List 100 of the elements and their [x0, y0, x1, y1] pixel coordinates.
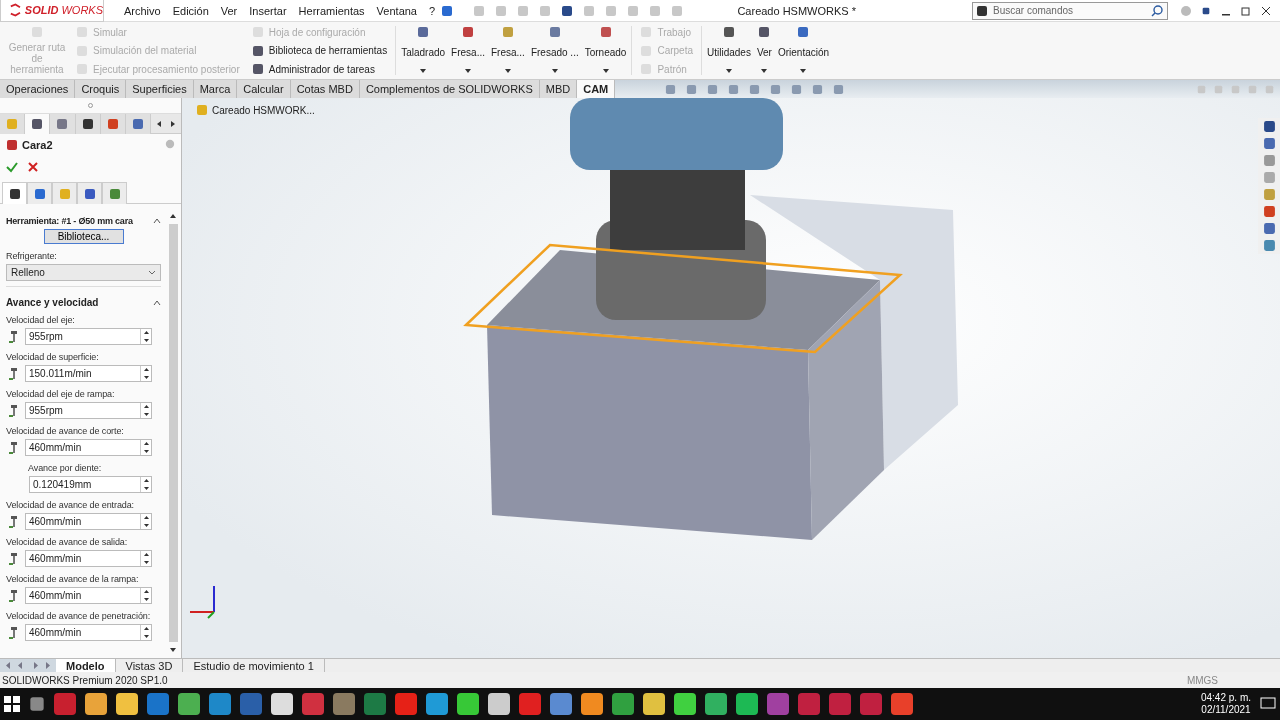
spinner-icon[interactable] [140, 440, 151, 455]
menu-item[interactable]: Ventana [370, 4, 423, 17]
number-field[interactable]: 460mm/min [25, 587, 152, 604]
tool-icon [7, 404, 20, 417]
spinner-icon[interactable] [140, 625, 151, 640]
number-field[interactable]: 460mm/min [25, 439, 152, 456]
grip-icon[interactable] [88, 103, 93, 108]
command-tab[interactable]: CAM [577, 80, 616, 98]
number-field[interactable]: 955rpm [25, 328, 152, 345]
taskbar-app-icon[interactable] [891, 693, 913, 715]
ribbon-command[interactable]: Fresa... [448, 24, 488, 77]
caret-icon[interactable] [464, 67, 473, 75]
collapse-icon[interactable] [153, 299, 161, 306]
number-field[interactable]: 150.011m/min [25, 365, 152, 382]
scroll-down-icon[interactable] [169, 646, 177, 654]
taskbar-app-icon[interactable] [860, 693, 882, 715]
caret-icon[interactable] [503, 67, 512, 75]
menu-item[interactable]: ? [423, 4, 442, 17]
cancel-icon[interactable] [28, 162, 38, 172]
taskbar-app-icon[interactable] [209, 693, 231, 715]
ribbon-command[interactable]: Administrador de tareas [251, 63, 388, 75]
taskbar-app-icon[interactable] [705, 693, 727, 715]
coolant-dropdown[interactable]: Relleno [6, 264, 161, 281]
menu-item[interactable]: Herramientas [292, 4, 371, 17]
command-tab[interactable]: Marca [193, 80, 238, 98]
spinner-icon[interactable] [140, 403, 151, 418]
spinner-icon[interactable] [140, 588, 151, 603]
ribbon-command[interactable]: Taladrado [398, 24, 449, 77]
number-field[interactable]: 955rpm [25, 402, 152, 419]
menu-item[interactable]: Insertar [243, 4, 293, 17]
command-tab[interactable]: Calcular [237, 80, 291, 98]
taskbar-app-icon[interactable] [798, 693, 820, 715]
taskbar-app-icon[interactable] [581, 693, 603, 715]
terminal-icon [976, 4, 988, 17]
notification-icon[interactable] [1260, 696, 1276, 712]
taskbar-app-icon[interactable] [736, 693, 758, 715]
ribbon-command[interactable]: Fresa... [488, 24, 528, 77]
taskbar-app-icon[interactable] [395, 693, 417, 715]
ribbon-command[interactable]: Ver [753, 24, 775, 77]
ok-icon[interactable] [6, 161, 18, 173]
menu-item[interactable]: Ver [214, 4, 244, 17]
spinner-icon[interactable] [140, 366, 151, 381]
caret-icon[interactable] [550, 67, 559, 75]
model-tab[interactable]: Modelo [56, 659, 116, 672]
taskbar-app-icon[interactable] [85, 693, 107, 715]
taskbar-app-icon[interactable] [829, 693, 851, 715]
ribbon-command[interactable]: Torneado [581, 24, 630, 77]
caret-icon[interactable] [760, 67, 769, 75]
taskbar-app-icon[interactable] [54, 693, 76, 715]
menu-item[interactable]: Archivo [118, 4, 167, 17]
taskbar-app-icon[interactable] [519, 693, 541, 715]
search-field[interactable]: Buscar comandos [972, 1, 1168, 20]
spinner-icon[interactable] [140, 551, 151, 566]
spinner-icon[interactable] [140, 329, 151, 344]
library-button[interactable]: Biblioteca... [43, 229, 124, 244]
operation-tab[interactable] [2, 182, 27, 204]
caret-icon[interactable] [799, 67, 808, 75]
scroll-left-icon[interactable] [155, 119, 164, 128]
command-tab[interactable]: Superficies [126, 80, 194, 98]
scroll-up-icon[interactable] [169, 212, 177, 220]
taskbar-app-icon[interactable] [333, 693, 355, 715]
command-tab[interactable]: Complementos de SOLIDWORKS [359, 80, 540, 98]
windows-start-icon[interactable] [4, 696, 20, 712]
tree-item[interactable]: Careado HSMWORK... [212, 104, 315, 116]
taskbar-app-icon[interactable] [271, 693, 293, 715]
number-field[interactable]: 0.120419mm [29, 476, 152, 493]
ribbon-command[interactable]: Orientación [774, 24, 833, 77]
spinner-icon[interactable] [140, 514, 151, 529]
taskbar-app-icon[interactable] [612, 693, 634, 715]
taskbar-app-icon[interactable] [178, 693, 200, 715]
taskbar-app-icon[interactable] [674, 693, 696, 715]
collapse-icon[interactable] [153, 218, 161, 224]
caret-icon[interactable] [419, 67, 428, 75]
ribbon-command[interactable]: Biblioteca de herramientas [251, 44, 388, 57]
taskbar-app-icon[interactable] [550, 693, 572, 715]
taskbar-app-icon[interactable] [426, 693, 448, 715]
ribbon-command[interactable]: Utilidades [704, 24, 754, 77]
nav-arrows-icon[interactable] [0, 659, 56, 672]
caret-icon[interactable] [724, 67, 733, 75]
spinner-icon[interactable] [140, 477, 151, 492]
command-tab[interactable]: MBD [539, 80, 578, 98]
menu-item[interactable]: Edición [166, 4, 215, 17]
number-field[interactable]: 460mm/min [25, 624, 152, 641]
number-field[interactable]: 460mm/min [25, 550, 152, 567]
taskbar-app-icon[interactable] [767, 693, 789, 715]
command-tab[interactable]: Operaciones [0, 80, 76, 98]
taskbar-app-icon[interactable] [147, 693, 169, 715]
taskbar-app-icon[interactable] [488, 693, 510, 715]
taskbar-app-icon[interactable] [643, 693, 665, 715]
taskbar-app-icon[interactable] [457, 693, 479, 715]
taskbar-app-icon[interactable] [302, 693, 324, 715]
caret-icon[interactable] [601, 67, 610, 75]
taskbar-app-icon[interactable] [364, 693, 386, 715]
command-tab[interactable]: Cotas MBD [290, 80, 360, 98]
command-tab[interactable]: Croquis [75, 80, 127, 98]
taskbar-app-icon[interactable] [116, 693, 138, 715]
manager-tab[interactable] [25, 113, 51, 134]
number-field[interactable]: 460mm/min [25, 513, 152, 530]
scrollbar[interactable] [167, 212, 179, 654]
ribbon-command[interactable]: Fresado ... [527, 24, 582, 77]
